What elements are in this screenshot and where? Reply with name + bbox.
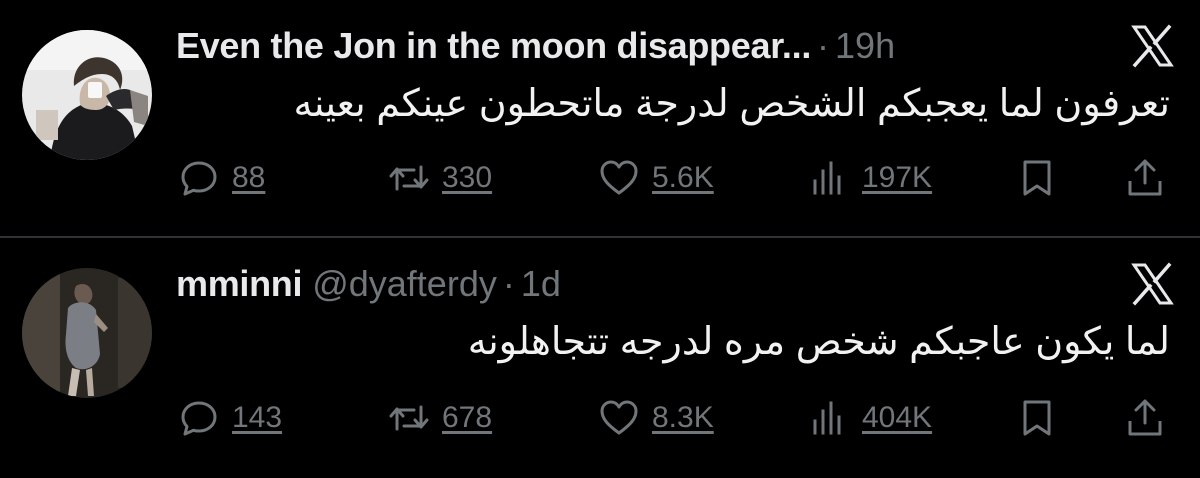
views-button[interactable]: 197K [806,150,932,206]
bookmark-icon [1023,400,1051,436]
like-count[interactable]: 8.3K [652,401,714,435]
reply-button[interactable]: 88 [176,150,265,206]
timestamp[interactable]: 1d [521,263,561,304]
tweet-card[interactable]: Even the Jon in the moon disappear... · 19… [0,0,1200,236]
bookmark-button[interactable] [1014,390,1060,446]
reply-count[interactable]: 88 [232,161,265,195]
bar-chart-views-icon [813,401,841,435]
view-count[interactable]: 404K [862,401,932,435]
reply-count[interactable]: 143 [232,401,282,435]
timestamp[interactable]: 19h [835,25,895,66]
bar-chart-views-icon [813,161,841,195]
like-count[interactable]: 5.6K [652,161,714,195]
reply-button[interactable]: 143 [176,390,282,446]
retweet-count[interactable]: 330 [442,161,492,195]
like-button[interactable]: 5.6K [596,150,714,206]
user-handle[interactable]: @dyafterdy [312,263,497,304]
bookmark-button[interactable] [1014,150,1060,206]
display-name[interactable]: mminni [176,263,303,304]
heart-icon [600,400,638,435]
heart-icon [600,160,638,195]
retweet-button[interactable]: 330 [386,150,492,206]
retweet-arrows-icon [389,165,429,191]
retweet-arrows-icon [389,405,429,431]
bookmark-icon [1023,160,1051,196]
tweet-card[interactable]: mminni @dyafterdy · 1d لما يكون عاجبكم شخص … [0,238,1200,478]
display-name[interactable]: Even the Jon in the moon disappear... [176,25,811,66]
tweet-text: تعرفون لما يعجبكم الشخص لدرجة ماتحطون عي… [293,83,1171,125]
tweet-actions: 88 330 5.6K 197K [176,150,1176,206]
share-button[interactable] [1122,390,1168,446]
share-upload-icon [1128,399,1162,436]
x-logo-icon[interactable] [1128,260,1176,308]
avatar[interactable] [22,268,152,398]
tweet-actions: 143 678 8.3K 404K [176,390,1176,446]
avatar[interactable] [22,30,152,160]
separator-dot: · [502,263,515,304]
tweet-header: Even the Jon in the moon disappear... · 19… [176,22,895,70]
share-upload-icon [1128,159,1162,196]
reply-bubble-icon [181,161,217,196]
reply-bubble-icon [181,401,217,436]
retweet-count[interactable]: 678 [442,401,492,435]
views-button[interactable]: 404K [806,390,932,446]
share-button[interactable] [1122,150,1168,206]
separator-dot: · [817,25,830,66]
x-logo-icon[interactable] [1128,22,1176,70]
view-count[interactable]: 197K [862,161,932,195]
tweet-header: mminni @dyafterdy · 1d [176,260,561,308]
like-button[interactable]: 8.3K [596,390,714,446]
tweet-text: لما يكون عاجبكم شخص مره لدرجه تتجاهلونه [467,321,1170,363]
retweet-button[interactable]: 678 [386,390,492,446]
